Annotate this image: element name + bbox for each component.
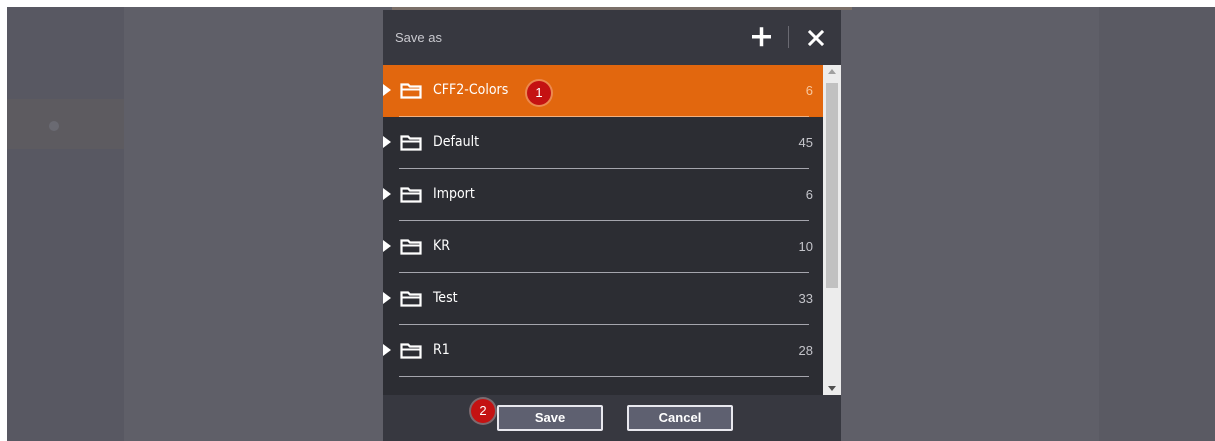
scrollbar-thumb[interactable] [826,83,838,288]
scroll-down-arrow-icon[interactable] [828,386,836,391]
close-icon [807,29,825,47]
callout-badge-1: 1 [527,81,551,105]
expand-arrow-icon[interactable] [383,240,391,252]
folder-name: CFF2-Colors [433,82,509,98]
folder-row-import[interactable]: Import 6 [383,169,823,221]
folder-count: 28 [798,343,813,358]
folder-row-r1[interactable]: R1 28 [383,325,823,377]
header-separator [788,26,789,48]
vertical-scrollbar[interactable] [823,65,841,395]
folder-count: 6 [805,187,813,202]
expand-arrow-icon[interactable] [383,188,391,200]
expand-arrow-icon[interactable] [383,84,391,96]
dialog-title: Save as [395,30,442,45]
folder-row-kr[interactable]: KR 10 [383,221,823,273]
close-button[interactable] [801,20,831,54]
folder-count: 45 [798,135,813,150]
save-button[interactable]: Save [497,405,603,431]
background-dot [49,121,59,131]
folder-count: 33 [798,291,813,306]
folder-row-default[interactable]: Default 45 [383,117,823,169]
folder-name: KR [433,238,451,254]
folder-count: 10 [798,239,813,254]
expand-arrow-icon[interactable] [383,344,391,356]
folder-icon [400,291,422,307]
folder-count: 6 [805,83,813,98]
folder-name: Test [433,290,458,306]
cancel-button[interactable]: Cancel [627,405,733,431]
folder-row-cff2-colors[interactable]: CFF2-Colors 6 [383,65,823,117]
folder-list[interactable]: CFF2-Colors 6 Default 45 Import 6 KR 10 … [383,65,823,395]
folder-icon [400,83,422,99]
dialog-footer: Save Cancel 2 [383,395,841,441]
folder-icon [400,187,422,203]
folder-row-partial[interactable] [383,377,823,395]
folder-icon [400,343,422,359]
folder-row-test[interactable]: Test 33 [383,273,823,325]
expand-arrow-icon[interactable] [383,136,391,148]
dialog-header: Save as [383,10,841,65]
background-right-panel [1099,7,1215,441]
save-as-dialog: Save as CFF2-Colors 6 Default 45 Import … [383,10,841,441]
scroll-up-arrow-icon[interactable] [828,69,836,74]
add-folder-button[interactable] [746,20,776,54]
plus-icon [752,27,771,47]
folder-name: R1 [433,342,450,358]
folder-name: Default [433,134,480,150]
callout-badge-2: 2 [471,399,495,423]
folder-name: Import [433,186,475,202]
expand-arrow-icon[interactable] [383,292,391,304]
folder-icon [400,135,422,151]
background-left-panel [7,7,124,441]
folder-icon [400,239,422,255]
background-highlight [7,99,124,149]
